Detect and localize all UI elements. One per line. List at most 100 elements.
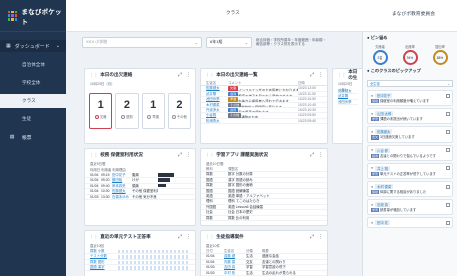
sidebar-item-municipality[interactable]: 自治体全体 [0, 58, 66, 72]
metric-circle[interactable]: 欠席者 2名 [372, 44, 388, 65]
expand-icon[interactable]: ⤢ [178, 72, 182, 78]
more-icon[interactable]: ⋮ [318, 152, 323, 158]
attendance-late[interactable]: 2 遅刻 [115, 93, 139, 129]
drag-handle-icon[interactable]: ⋮⋮ [89, 72, 98, 78]
more-icon[interactable]: ⋮ [186, 234, 191, 240]
date-cell: 01/04 [206, 259, 215, 264]
table-row[interactable]: 01/03 13:30 石橋あゆみ その他 気分不良 [85, 195, 195, 200]
pickup-note[interactable]: ● 佐藤健太 出欠 3日連続欠席しています [367, 126, 453, 143]
pickup-note[interactable]: ● 山田 太郎 学習 課題の未提出が続いています [367, 108, 453, 125]
student-name[interactable]: 武井陽 [206, 92, 228, 96]
notice-link[interactable]: 佐藤健太 [338, 89, 352, 93]
test-label[interactable]: テスト分数 [90, 254, 118, 258]
drag-handle-icon[interactable]: ⋮⋮ [205, 72, 214, 78]
date-cell: 01/04 [206, 254, 215, 259]
note-checkbox[interactable] [446, 129, 450, 134]
student-name[interactable]: 池田歩夢 [206, 97, 228, 101]
grid-icon: ▦ [6, 43, 11, 49]
metric-circle[interactable]: 提出率 88% [432, 44, 448, 65]
table-row[interactable]: 算数 算数 比の利用 [201, 216, 327, 221]
drag-handle-icon[interactable]: ⋮⋮ [89, 234, 98, 240]
student-name[interactable]: 田中花子 [375, 93, 393, 98]
pickup-note[interactable]: ● 石原 真学習 読書量が増加しています [367, 199, 453, 216]
drag-handle-icon[interactable]: ⋮⋮ [205, 152, 214, 158]
drag-handle-icon[interactable]: ⋮⋮ [205, 234, 214, 240]
student-name[interactable]: 木村優菜 [206, 103, 228, 107]
student-name[interactable]: 佐藤健太 [112, 189, 132, 193]
student-name[interactable]: 木村 優菜 [375, 184, 394, 190]
student-name[interactable]: 丹波涼太 [206, 108, 228, 112]
note-checkbox[interactable] [446, 166, 450, 171]
more-icon[interactable]: ⋮ [318, 72, 323, 78]
student-name[interactable]: 田中花子 [112, 173, 132, 177]
app-logo[interactable]: まなびポケット [0, 0, 66, 32]
student-name[interactable]: 田中 花 [375, 220, 390, 226]
expand-icon[interactable]: ⤢ [310, 152, 314, 158]
more-icon[interactable]: ⋮ [186, 72, 191, 78]
metric-circle[interactable]: 出席率 94% [402, 44, 418, 65]
note-checkbox[interactable] [446, 93, 450, 98]
pickup-note[interactable]: ● 田中 花 [367, 217, 453, 229]
header: クラス まなびポ教育委員会 [66, 0, 457, 32]
student-name[interactable]: 松浦勇太 [206, 119, 228, 123]
more-icon[interactable]: ⋮ [318, 234, 323, 240]
nav-group-dashboard[interactable]: ▦ ダッシュボード ⌄ [0, 40, 66, 52]
note-checkbox[interactable] [446, 202, 450, 207]
more-icon[interactable]: ⋮ [186, 152, 191, 158]
test-label[interactable]: 算数 図形 [90, 260, 118, 264]
metric-value: 2名 [372, 50, 388, 65]
column-header: 生徒名 [206, 81, 217, 85]
student-name[interactable]: 中村 拓 [224, 271, 246, 275]
attendance-other[interactable]: 2 その他 [167, 93, 191, 129]
expand-icon[interactable]: ⤢ [178, 152, 182, 158]
summary-cell: 友達との関わり [262, 259, 286, 264]
school-select[interactable]: XXX 小学校 ⌄ [82, 36, 202, 48]
student-name[interactable]: 川合 修 [375, 147, 390, 153]
attendance-absent[interactable]: 1 欠席 [89, 93, 113, 129]
reason-cell: その他 保健室利用 [132, 189, 158, 194]
student-name[interactable]: 藤田裕 [112, 178, 132, 182]
expand-icon[interactable]: ⤢ [310, 72, 314, 78]
note-checkbox[interactable] [446, 184, 450, 189]
logo-icon [8, 10, 18, 21]
column-header: 課題名 [228, 167, 239, 171]
table-row[interactable]: 国語 漢字 [85, 265, 195, 271]
pickup-note[interactable]: ● 田中花子 保健 保健室の利用頻度が増えています [367, 90, 453, 107]
metric-value: 94% [402, 50, 418, 65]
expand-icon[interactable]: ⤢ [310, 234, 314, 240]
table-row[interactable]: 松浦勇太 10/23 09:40 [201, 119, 327, 125]
pickup-note[interactable]: ● 木村 優菜 保健 体調に関する相談がありました [367, 181, 453, 198]
sidebar-item-school[interactable]: 学校全体 [0, 76, 66, 90]
attendance-early[interactable]: 1 早退 [141, 93, 165, 129]
test-label[interactable]: 算数 小数 [90, 249, 118, 253]
student-name[interactable]: 井上 翔 [375, 165, 390, 171]
pickup-filter-select[interactable]: 全生徒 ⌄ [367, 80, 453, 87]
student-name[interactable]: 石原 真 [375, 202, 390, 208]
drag-handle-icon[interactable]: ⋮⋮ [337, 72, 346, 78]
expand-icon[interactable]: ⤢ [178, 234, 182, 240]
sidebar-item-class[interactable]: クラス [0, 94, 66, 108]
student-name[interactable]: 小谷翔 [206, 113, 228, 117]
pickup-note[interactable]: ● 川合 修指導 友達との関わりで悩んでいるようです [367, 144, 453, 161]
card-title: 直近の単元テスト正答率 [100, 234, 151, 239]
nav-reports[interactable]: ▤ 帳票 [0, 130, 66, 145]
notice-link[interactable]: 武井陽 [338, 94, 348, 98]
note-checkbox[interactable] [446, 148, 450, 153]
student-name[interactable]: 石橋あゆみ [112, 195, 132, 199]
drag-handle-icon[interactable]: ⋮⋮ [89, 152, 98, 158]
student-name[interactable]: 内藤 香 [224, 260, 246, 264]
student-name[interactable]: 山田 太郎 [375, 111, 394, 117]
class-select[interactable]: 6年1組 ⌄ [206, 36, 252, 48]
sidebar-item-student[interactable]: 生徒 [0, 112, 66, 126]
student-name[interactable]: 佐藤健太 [375, 129, 393, 135]
note-checkbox[interactable] [446, 111, 450, 116]
student-name[interactable]: 岸本真央 [112, 184, 132, 188]
student-name[interactable]: 吉田 真 [224, 265, 246, 269]
pickup-note[interactable]: ● 井上 翔学習 単元テストの正答率が低下しています [367, 162, 453, 180]
test-label[interactable]: 国語 漢字 [90, 265, 118, 269]
notice-link[interactable]: 池田歩夢 [338, 100, 352, 104]
note-checkbox[interactable] [446, 220, 450, 225]
table-row[interactable]: 01/03 中村 拓生活 生活の乱れが見られる [201, 271, 327, 276]
student-name[interactable]: 佐藤健太 [206, 86, 228, 90]
student-name[interactable]: 遠藤 健 [224, 254, 246, 258]
